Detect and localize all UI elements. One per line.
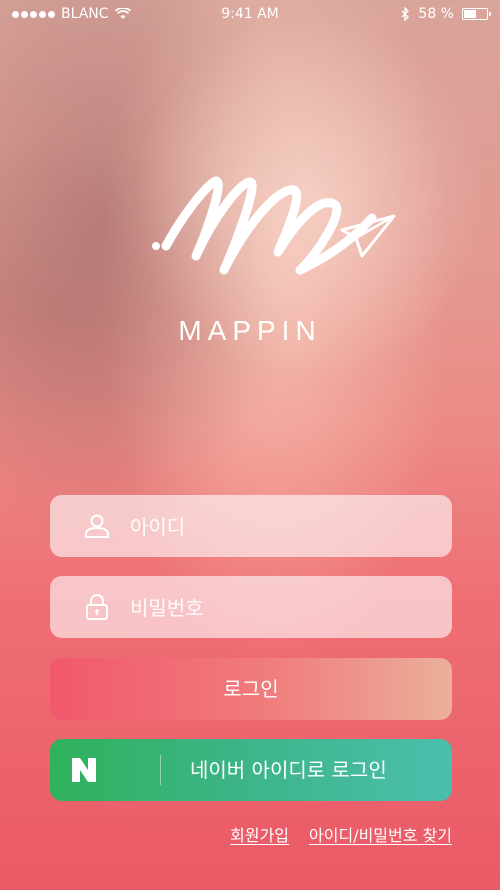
naver-n-icon <box>72 758 96 782</box>
login-screen: BLANC 9:41 AM 58 % MAPPIN 아이디 로그인 네이버 아이… <box>0 0 500 890</box>
bluetooth-icon <box>401 7 410 21</box>
lock-icon <box>86 594 108 620</box>
password-field[interactable] <box>50 576 452 640</box>
mappin-logo-icon <box>152 176 396 275</box>
find-account-link[interactable]: 아이디/비밀번호 찾기 <box>309 822 452 846</box>
naver-login-label: 네이버 아이디로 로그인 <box>190 758 387 782</box>
naver-divider <box>160 755 161 785</box>
battery-percent: 58 % <box>418 6 454 22</box>
password-input[interactable] <box>128 576 432 640</box>
login-button[interactable]: 로그인 <box>50 658 452 720</box>
login-button-label: 로그인 <box>223 677 279 701</box>
status-right: 58 % <box>401 6 491 22</box>
battery-icon <box>462 8 491 20</box>
status-bar: BLANC 9:41 AM 58 % <box>0 0 500 30</box>
brand-name: MAPPIN <box>178 315 322 346</box>
user-icon <box>85 514 109 538</box>
id-input[interactable] <box>128 495 432 559</box>
signup-link[interactable]: 회원가입 <box>230 822 289 846</box>
naver-login-button[interactable]: 네이버 아이디로 로그인 <box>50 739 452 801</box>
account-links: 회원가입 아이디/비밀번호 찾기 <box>230 822 452 846</box>
id-field[interactable] <box>50 495 452 559</box>
